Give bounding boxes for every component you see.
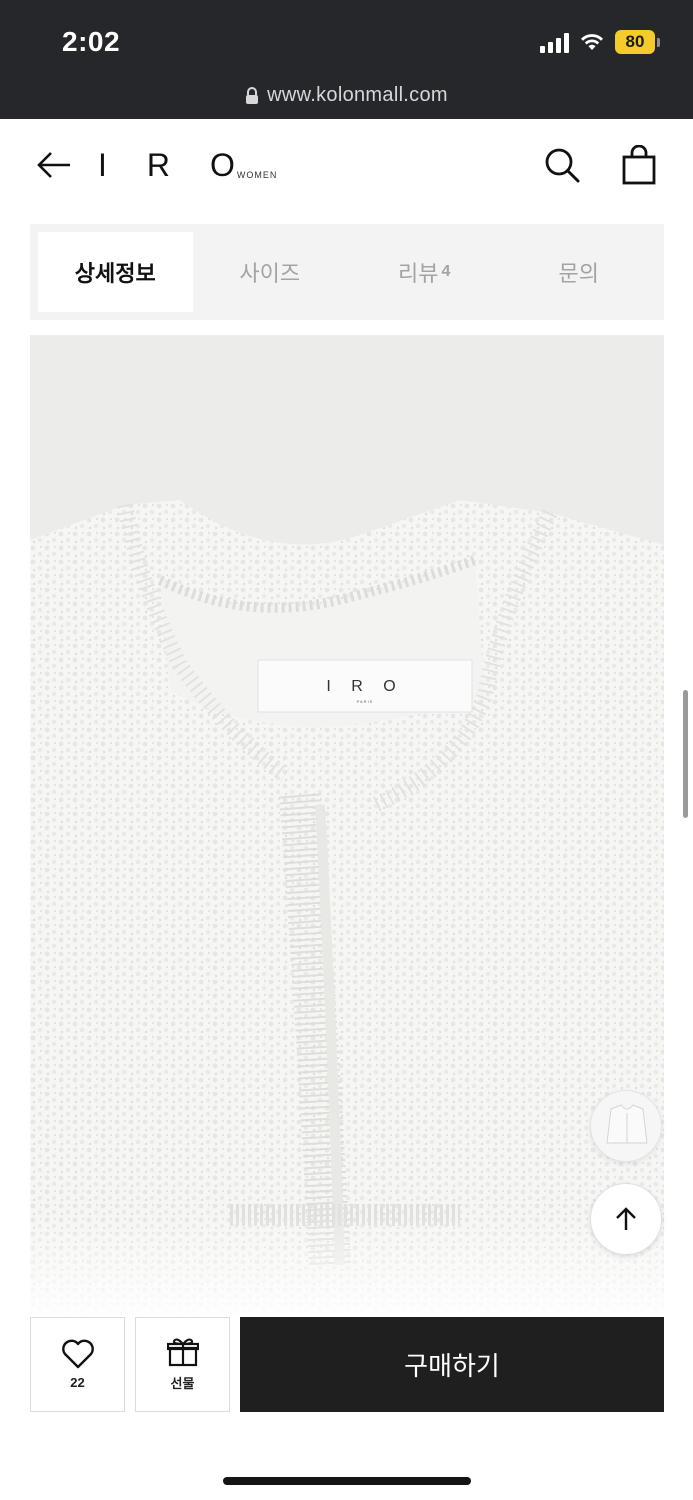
bottom-action-bar: 22 선물 구매하기 [0, 1315, 693, 1500]
shopping-bag-icon [622, 144, 656, 185]
review-count: 4 [441, 263, 451, 280]
lock-icon [246, 86, 259, 104]
status-bar: 2:02 80 www.kolonmall.com [0, 0, 693, 119]
product-thumbnail-button[interactable] [590, 1090, 662, 1162]
label-sub: PARIS [357, 699, 374, 704]
heart-icon [61, 1339, 94, 1369]
scrollbar[interactable] [683, 690, 688, 818]
back-button[interactable] [36, 147, 72, 183]
battery-icon: 80 [615, 30, 660, 54]
gift-icon [166, 1338, 199, 1367]
scroll-top-button[interactable] [590, 1183, 662, 1255]
buy-button[interactable]: 구매하기 [240, 1317, 664, 1412]
gift-button[interactable]: 선물 [135, 1317, 230, 1412]
tab-inquiry[interactable]: 문의 [502, 232, 657, 312]
tab-label: 사이즈 [239, 261, 301, 286]
battery-level: 80 [615, 30, 655, 54]
url-text: www.kolonmall.com [267, 84, 448, 106]
label-brand: I R O [326, 678, 403, 695]
url-bar[interactable]: www.kolonmall.com [0, 84, 693, 107]
arrow-up-icon [616, 1207, 636, 1230]
wifi-icon [581, 34, 603, 50]
tab-label: 리뷰 [398, 261, 439, 286]
tab-size[interactable]: 사이즈 [193, 232, 348, 312]
signal-icon [540, 31, 569, 53]
gift-label: 선물 [170, 1376, 195, 1391]
brand-sub: WOMEN [236, 170, 278, 180]
like-button[interactable]: 22 [30, 1317, 125, 1412]
home-indicator [223, 1477, 471, 1485]
tab-label: 문의 [558, 261, 599, 286]
cart-button[interactable] [620, 144, 658, 185]
search-icon [545, 148, 580, 183]
product-image: I R O PARIS [30, 335, 664, 1315]
tab-review[interactable]: 리뷰 4 [347, 232, 502, 312]
tab-detail[interactable]: 상세정보 [38, 232, 193, 312]
tab-label: 상세정보 [74, 261, 156, 286]
brand-logo[interactable]: IRO WOMEN [98, 147, 277, 184]
detail-tabs: 상세정보 사이즈 리뷰 4 문의 [30, 224, 664, 320]
status-icons: 80 [540, 30, 660, 54]
like-count: 22 [70, 1375, 85, 1390]
search-button[interactable] [543, 146, 581, 184]
product-thumbnail [606, 1104, 648, 1144]
status-time: 2:02 [62, 26, 121, 57]
back-arrow-icon [37, 152, 70, 178]
header: IRO WOMEN [0, 119, 693, 219]
